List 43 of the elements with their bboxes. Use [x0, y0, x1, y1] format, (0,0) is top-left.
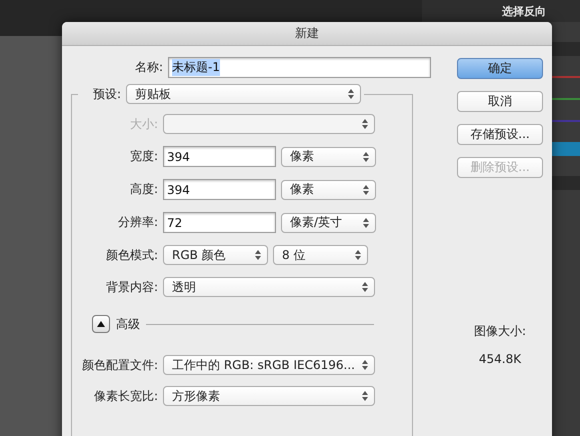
field-label: 背景内容: [104, 278, 158, 296]
preset-dropdown[interactable]: 剪贴板 [126, 84, 361, 104]
triangle-icon [97, 321, 105, 327]
image-size-label: 图像大小: [474, 323, 526, 340]
stepper-icon [363, 152, 369, 162]
panel-item[interactable]: 选择反向 [502, 4, 546, 18]
disclosure-button[interactable] [92, 315, 110, 333]
field-label: 颜色模式: [104, 246, 158, 264]
dropdown[interactable]: 工作中的 RGB: sRGB IEC6196... [163, 355, 375, 375]
stepper-icon [362, 282, 368, 292]
stepper-icon [362, 360, 368, 370]
field-label: 名称: [134, 59, 163, 76]
unit-dropdown[interactable]: 像素/英寸 [281, 212, 376, 232]
dialog-button[interactable]: 取消 [457, 91, 543, 112]
dropdown[interactable]: RGB 颜色 [163, 245, 268, 265]
section-label: 高级 [116, 316, 140, 332]
dropdown[interactable]: 透明 [163, 277, 375, 297]
dialog-button[interactable]: 确定 [457, 58, 543, 79]
stepper-icon [363, 184, 369, 194]
input-field[interactable]: 72 [163, 212, 276, 233]
field-label: 大小: [128, 116, 158, 132]
field-label: 宽度: [128, 148, 158, 165]
stepper-icon [355, 250, 361, 260]
stepper-icon [363, 218, 369, 228]
image-size-value: 454.8K [478, 352, 522, 366]
stepper-icon [362, 391, 368, 401]
input-field[interactable]: 394 [163, 146, 276, 167]
dropdown[interactable]: 方形像素 [163, 386, 375, 406]
field-label: 高度: [128, 181, 158, 198]
unit-dropdown[interactable]: 像素 [281, 146, 376, 166]
input-field[interactable]: 394 [163, 179, 276, 200]
field-label: 颜色配置文件: [80, 356, 158, 374]
field-label: 预设: [92, 86, 121, 102]
dialog-button[interactable]: 存储预设... [457, 124, 543, 145]
window-title: 新建 [295, 25, 319, 42]
stepper-icon [255, 250, 261, 260]
stepper-icon [362, 119, 368, 129]
unit-dropdown[interactable]: 像素 [281, 180, 376, 200]
dropdown[interactable]: 8 位 [273, 245, 368, 265]
name-field[interactable]: 未标题-1 [168, 57, 431, 78]
field-label: 分辨率: [116, 214, 158, 231]
field-label: 像素长宽比: [92, 388, 158, 404]
stepper-icon [348, 89, 354, 99]
